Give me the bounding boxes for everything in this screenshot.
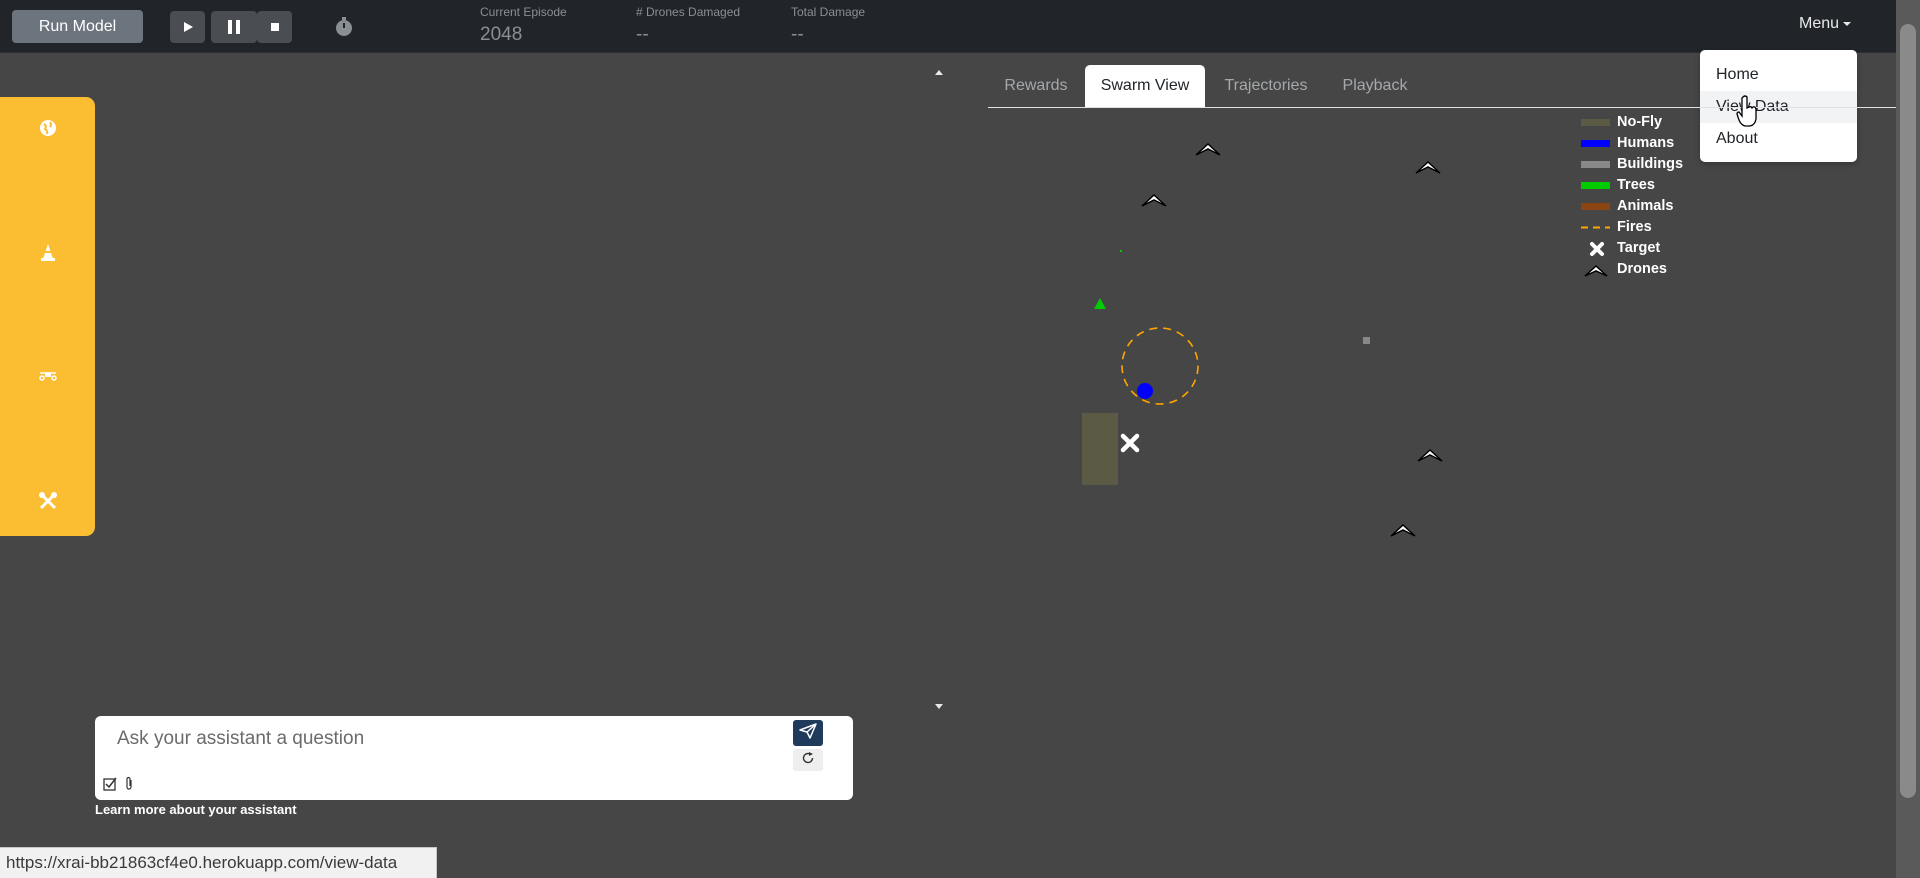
legend-item-animals: Animals	[1581, 196, 1711, 217]
human-marker	[1137, 383, 1153, 399]
stat-label: # Drones Damaged	[636, 5, 741, 19]
sidebar	[0, 97, 95, 536]
refresh-button[interactable]	[793, 749, 823, 771]
stat-value: --	[791, 24, 804, 45]
stop-icon	[270, 23, 279, 31]
panel-scroll-down-icon[interactable]	[935, 704, 943, 709]
caret-down-icon	[1843, 21, 1852, 26]
legend-item-no-fly: No-Fly	[1581, 112, 1711, 133]
legend-swatch	[1581, 119, 1610, 126]
swarm-map	[1082, 142, 1443, 537]
assistant-chat-box	[95, 716, 853, 800]
legend-label: Target	[1617, 240, 1661, 256]
pause-icon	[227, 19, 241, 35]
top-navbar: Run Model Current Episode 2048 # Drones …	[0, 0, 1896, 53]
checkbox-icon[interactable]	[103, 777, 117, 791]
paperclip-icon[interactable]	[124, 776, 134, 791]
target-marker	[1120, 433, 1140, 453]
stat-value: --	[636, 24, 649, 45]
legend-label: Trees	[1617, 177, 1655, 193]
legend-item-fires: Fires	[1581, 217, 1711, 238]
legend-item-trees: Trees	[1581, 175, 1711, 196]
fire-dash-icon	[1581, 226, 1610, 229]
browser-status-bar: https://xrai-bb21863cf4e0.herokuapp.com/…	[0, 847, 437, 878]
legend-label: Humans	[1617, 135, 1675, 151]
hand-cursor-icon	[1736, 95, 1757, 127]
legend-item-buildings: Buildings	[1581, 154, 1711, 175]
stop-button[interactable]	[257, 11, 292, 43]
stat-value: 2048	[480, 24, 523, 45]
stat-label: Current Episode	[480, 5, 567, 19]
stat-drones-damaged: # Drones Damaged --	[636, 4, 740, 48]
learn-more-link[interactable]: Learn more about your assistant	[95, 802, 297, 817]
tree-marker-small	[1120, 250, 1122, 252]
building-marker	[1363, 337, 1370, 344]
tab-playback[interactable]: Playback	[1327, 65, 1423, 107]
legend-swatch	[1581, 203, 1610, 210]
legend-item-drones: Drones	[1581, 259, 1711, 280]
refresh-icon	[801, 751, 815, 770]
legend-label: No-Fly	[1617, 114, 1663, 130]
legend-label: Drones	[1617, 261, 1667, 277]
stat-total-damage: Total Damage --	[791, 4, 865, 48]
tab-trajectories[interactable]: Trajectories	[1206, 65, 1326, 107]
send-button[interactable]	[793, 720, 823, 746]
assistant-question-input[interactable]	[117, 726, 757, 752]
send-icon	[799, 722, 817, 744]
legend-label: Animals	[1617, 198, 1674, 214]
play-icon	[182, 21, 194, 33]
view-tabs: Rewards Swarm View Trajectories Playback	[988, 65, 1896, 108]
scrollbar-thumb[interactable]	[1900, 24, 1916, 798]
run-model-button[interactable]: Run Model	[12, 10, 143, 43]
drone-marker	[1141, 193, 1167, 207]
play-button[interactable]	[170, 11, 205, 43]
page-scrollbar[interactable]	[1896, 0, 1920, 878]
legend-swatch	[1581, 182, 1610, 189]
drone-marker	[1195, 142, 1221, 156]
menu-dropdown-toggle[interactable]: Menu	[1799, 15, 1852, 33]
legend-label: Fires	[1617, 219, 1652, 235]
fire-zone	[1121, 327, 1199, 405]
legend-swatch	[1581, 140, 1610, 147]
legend-item-humans: Humans	[1581, 133, 1711, 154]
stat-label: Total Damage	[791, 5, 866, 19]
drone-marker	[1390, 523, 1416, 537]
traffic-cone-icon[interactable]	[38, 242, 58, 262]
legend-label: Buildings	[1617, 156, 1684, 172]
drone-marker	[1415, 160, 1441, 174]
legend-item-target: Target	[1581, 238, 1711, 259]
menu-label: Menu	[1799, 15, 1840, 32]
stat-current-episode: Current Episode 2048	[480, 4, 567, 48]
drone-marker	[1417, 448, 1443, 462]
globe-icon[interactable]	[38, 118, 58, 138]
tools-icon[interactable]	[38, 491, 58, 511]
drone-legend-icon	[1584, 264, 1608, 277]
tab-rewards[interactable]: Rewards	[988, 65, 1084, 107]
panel-scroll-up-icon[interactable]	[935, 70, 943, 75]
pause-button[interactable]	[211, 11, 257, 43]
tab-swarm-view[interactable]: Swarm View	[1085, 65, 1205, 107]
stopwatch-icon[interactable]	[334, 17, 354, 37]
no-fly-zone	[1082, 413, 1118, 485]
target-x-icon	[1590, 242, 1604, 256]
drone-icon[interactable]	[38, 367, 58, 387]
tree-marker	[1094, 298, 1106, 309]
legend-swatch	[1581, 161, 1610, 168]
